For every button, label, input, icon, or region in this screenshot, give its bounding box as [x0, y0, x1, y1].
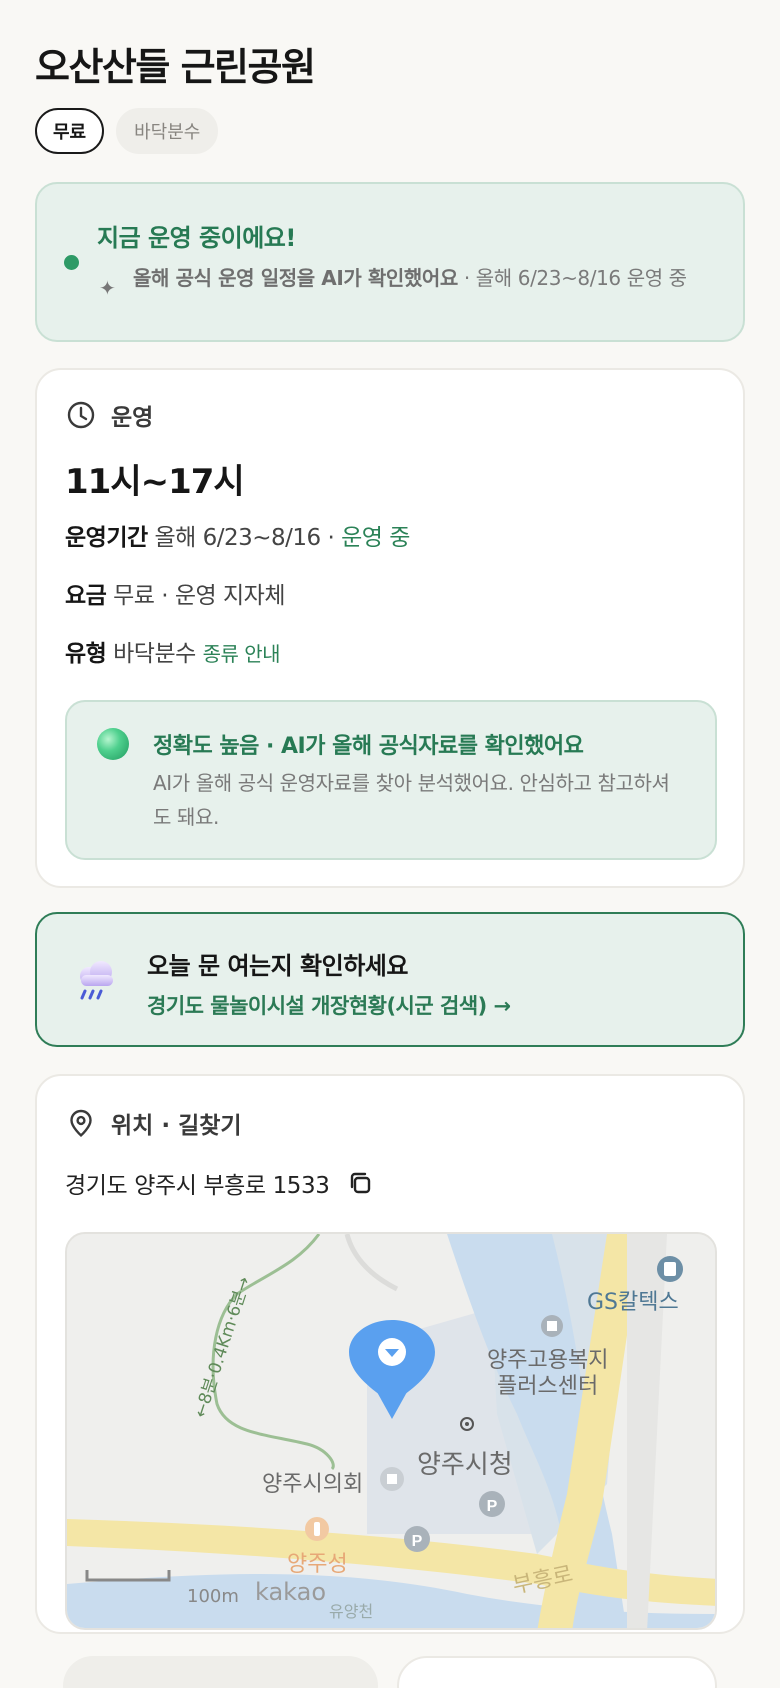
fee-row: 요금 무료 · 운영 지자체 — [65, 576, 286, 610]
chip-floor-fountain[interactable]: 바닥분수 — [116, 108, 219, 154]
clock-icon — [67, 401, 95, 429]
location-header: 위치 · 길찾기 — [65, 1106, 242, 1140]
map-view[interactable]: P P GS칼텍스 양주고용복지 플러스센터 양주시청 양주시의회 양주성 부흥… — [65, 1232, 717, 1630]
period-status: 운영 중 — [341, 525, 410, 551]
period-label: 운영기간 — [65, 525, 148, 551]
location-card: 위치 · 길찾기 경기도 양주시 부흥로 1533 P P GS칼텍스 양주고용… — [35, 1074, 745, 1634]
check-open-card[interactable]: 오늘 문 여는지 확인하세요 경기도 물놀이시설 개장현황(시군 검색) → — [35, 912, 745, 1047]
status-subtitle: 올해 공식 운영 일정을 AI가 확인했어요 · 올해 6/23~8/16 운영… — [133, 264, 723, 292]
copy-icon[interactable] — [346, 1169, 374, 1197]
bottom-action-right[interactable] — [397, 1656, 717, 1688]
map-label-stream: 유양천 — [329, 1602, 374, 1621]
chip-free[interactable]: 무료 — [35, 108, 105, 154]
status-dot-icon — [64, 255, 79, 270]
map-label-welfare-2: 플러스센터 — [497, 1374, 599, 1399]
open-status-link[interactable]: 경기도 물놀이시설 개장현황(시군 검색) → — [147, 990, 511, 1020]
accuracy-text: AI가 올해 공식 운영자료를 찾아 분석했어요. 안심하고 참고하셔도 돼요. — [153, 771, 670, 829]
map-label-city-hall: 양주시청 — [417, 1450, 513, 1480]
operation-hours: 11시~17시 — [65, 462, 245, 502]
tag-list: 무료 바닥분수 — [35, 108, 219, 154]
status-card: 지금 운영 중이에요! ✦ 올해 공식 운영 일정을 AI가 확인했어요 · 올… — [35, 182, 745, 342]
status-title: 지금 운영 중이에요! — [97, 224, 296, 252]
accuracy-box: 정확도 높음 · AI가 올해 공식자료를 확인했어요 AI가 올해 공식 운영… — [65, 700, 717, 860]
type-label: 유형 — [65, 641, 107, 667]
fee-value: 무료 · 운영 지자체 — [113, 583, 286, 609]
operation-card: 운영 11시~17시 운영기간 올해 6/23~8/16 · 운영 중 요금 무… — [35, 368, 745, 888]
operation-header: 운영 — [65, 398, 153, 432]
rain-cloud-icon — [80, 961, 113, 1000]
period-row: 운영기간 올해 6/23~8/16 · 운영 중 — [65, 518, 410, 552]
operation-header-label: 운영 — [111, 405, 154, 431]
check-open-title: 오늘 문 여는지 확인하세요 — [147, 952, 408, 980]
map-label-restaurant: 양주성 — [287, 1552, 348, 1577]
status-sub-rest: · 올해 6/23~8/16 운영 중 — [457, 266, 687, 290]
map-scale-label: 100m — [187, 1586, 239, 1607]
map-label-council: 양주시의회 — [262, 1472, 364, 1497]
location-pin-icon — [70, 1109, 92, 1138]
status-sub-strong: 올해 공식 운영 일정을 AI가 확인했어요 — [133, 266, 458, 290]
accuracy-orb-icon — [97, 728, 129, 760]
location-header-label: 위치 · 길찾기 — [111, 1113, 242, 1139]
page-title: 오산산들 근린공원 — [35, 45, 316, 89]
map-label-gs: GS칼텍스 — [587, 1290, 679, 1315]
address-row: 경기도 양주시 부흥로 1533 — [65, 1166, 374, 1200]
type-row: 유형 바닥분수 종류 안내 — [65, 634, 281, 668]
period-value: 올해 6/23~8/16 · — [154, 525, 342, 551]
type-value: 바닥분수 — [113, 641, 196, 667]
svg-text:P: P — [412, 1533, 423, 1550]
address-text: 경기도 양주시 부흥로 1533 — [65, 1173, 330, 1199]
svg-text:P: P — [487, 1498, 498, 1515]
bottom-action-left[interactable] — [63, 1656, 378, 1688]
sparkle-icon: ✦ — [99, 276, 116, 300]
accuracy-title: 정확도 높음 · AI가 올해 공식자료를 확인했어요 — [153, 734, 584, 759]
type-guide-link[interactable]: 종류 안내 — [203, 642, 281, 666]
map-brand-logo: kakao — [255, 1578, 327, 1606]
fee-label: 요금 — [65, 583, 107, 609]
